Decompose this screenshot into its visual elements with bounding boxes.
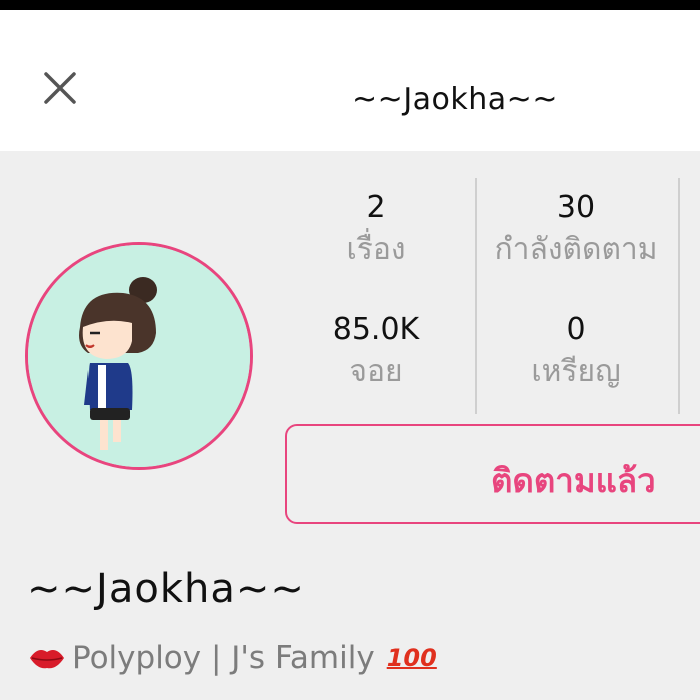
- stat-label: จอย: [349, 354, 403, 389]
- avatar[interactable]: [25, 242, 253, 470]
- profile-name: ~~Jaokha~~: [27, 566, 305, 612]
- stat-value: 2: [366, 190, 386, 225]
- stat-value: 85.0K: [332, 312, 420, 347]
- profile-stats: 2 เรื่อง 30 กำลังติดตาม 85.0K จอย 0 เหรี…: [276, 178, 700, 414]
- header-bar: ~~Jaokha~~: [0, 10, 700, 151]
- stat-label: กำลังติดตาม: [494, 232, 658, 267]
- stat-value: 30: [556, 190, 596, 225]
- profile-bio: Polyploy | J's Family 100: [28, 640, 437, 676]
- following-button-label: ติดตามแล้ว: [491, 461, 656, 500]
- stat-value: 0: [566, 312, 586, 347]
- close-icon: [44, 72, 76, 104]
- bio-text: Polyploy | J's Family: [72, 640, 375, 676]
- close-button[interactable]: [42, 70, 80, 108]
- stat-label: เหรียญ: [531, 354, 621, 389]
- page-title: ~~Jaokha~~: [352, 82, 558, 117]
- avatar-illustration: [28, 245, 250, 467]
- hundred-points-icon: 100: [386, 644, 437, 672]
- following-button[interactable]: ติดตามแล้ว: [285, 424, 700, 524]
- stat-coins[interactable]: 0 เหรียญ: [476, 310, 676, 394]
- status-bar: [0, 0, 700, 10]
- lips-icon: [30, 650, 64, 669]
- stat-following[interactable]: 30 กำลังติดตาม: [476, 188, 676, 272]
- stat-label: เรื่อง: [346, 232, 406, 267]
- stat-joy[interactable]: 85.0K จอย: [276, 310, 476, 394]
- stats-divider: [678, 178, 680, 414]
- stat-stories[interactable]: 2 เรื่อง: [276, 188, 476, 272]
